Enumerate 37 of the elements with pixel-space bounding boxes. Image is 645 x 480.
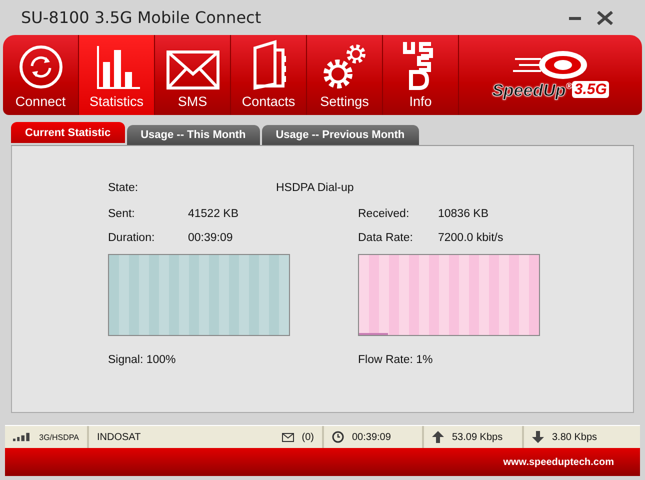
operator-name: INDOSAT bbox=[97, 432, 141, 442]
envelope-icon bbox=[166, 50, 220, 90]
toolbar-button[interactable]: Info bbox=[383, 35, 459, 115]
meter-caption: Signal: 100% bbox=[108, 354, 177, 366]
refresh-icon bbox=[18, 44, 64, 90]
tab[interactable]: Usage -- This Month bbox=[126, 125, 260, 145]
upload-speed: 53.09 Kbps bbox=[452, 432, 503, 442]
stat-label: Data Rate: bbox=[358, 232, 414, 244]
download-speed: 3.80 Kbps bbox=[552, 432, 598, 442]
stat-value: 10836 KB bbox=[438, 208, 489, 220]
close-icon[interactable] bbox=[596, 10, 614, 24]
up-arrow-icon bbox=[432, 431, 444, 443]
meter-caption: Flow Rate: 1% bbox=[358, 354, 434, 366]
toolbar-button[interactable]: Settings bbox=[307, 35, 383, 115]
signal-bars-icon bbox=[13, 432, 32, 442]
envelope-icon bbox=[282, 432, 294, 442]
stat-label: Received: bbox=[358, 208, 410, 220]
stat-label: Sent: bbox=[108, 208, 136, 220]
toolbar-button[interactable]: Statistics bbox=[79, 35, 155, 115]
stat-value: 7200.0 kbit/s bbox=[438, 232, 504, 244]
down-arrow-icon bbox=[532, 431, 544, 443]
gears-icon bbox=[322, 42, 368, 90]
toolbar-button[interactable]: SMS bbox=[155, 35, 231, 115]
state-value: HSDPA Dial-up bbox=[276, 182, 354, 194]
state-label: State: bbox=[108, 182, 140, 194]
clock-icon bbox=[332, 431, 344, 443]
stat-label: Duration: bbox=[108, 232, 156, 244]
toolbar-button[interactable]: Contacts bbox=[231, 35, 307, 115]
website-link[interactable]: www.speeduptech.com bbox=[503, 456, 614, 468]
network-type: 3G/HSDPA bbox=[39, 432, 79, 442]
stat-value: 00:39:09 bbox=[188, 232, 233, 244]
connection-time: 00:39:09 bbox=[352, 432, 391, 442]
window-title: SU-8100 3.5G Mobile Connect bbox=[21, 8, 262, 27]
message-count: (0) bbox=[302, 432, 314, 442]
stat-value: 41522 KB bbox=[188, 208, 239, 220]
tab[interactable]: Usage -- Previous Month bbox=[262, 125, 419, 145]
tab[interactable]: Current Statistic bbox=[11, 122, 125, 143]
